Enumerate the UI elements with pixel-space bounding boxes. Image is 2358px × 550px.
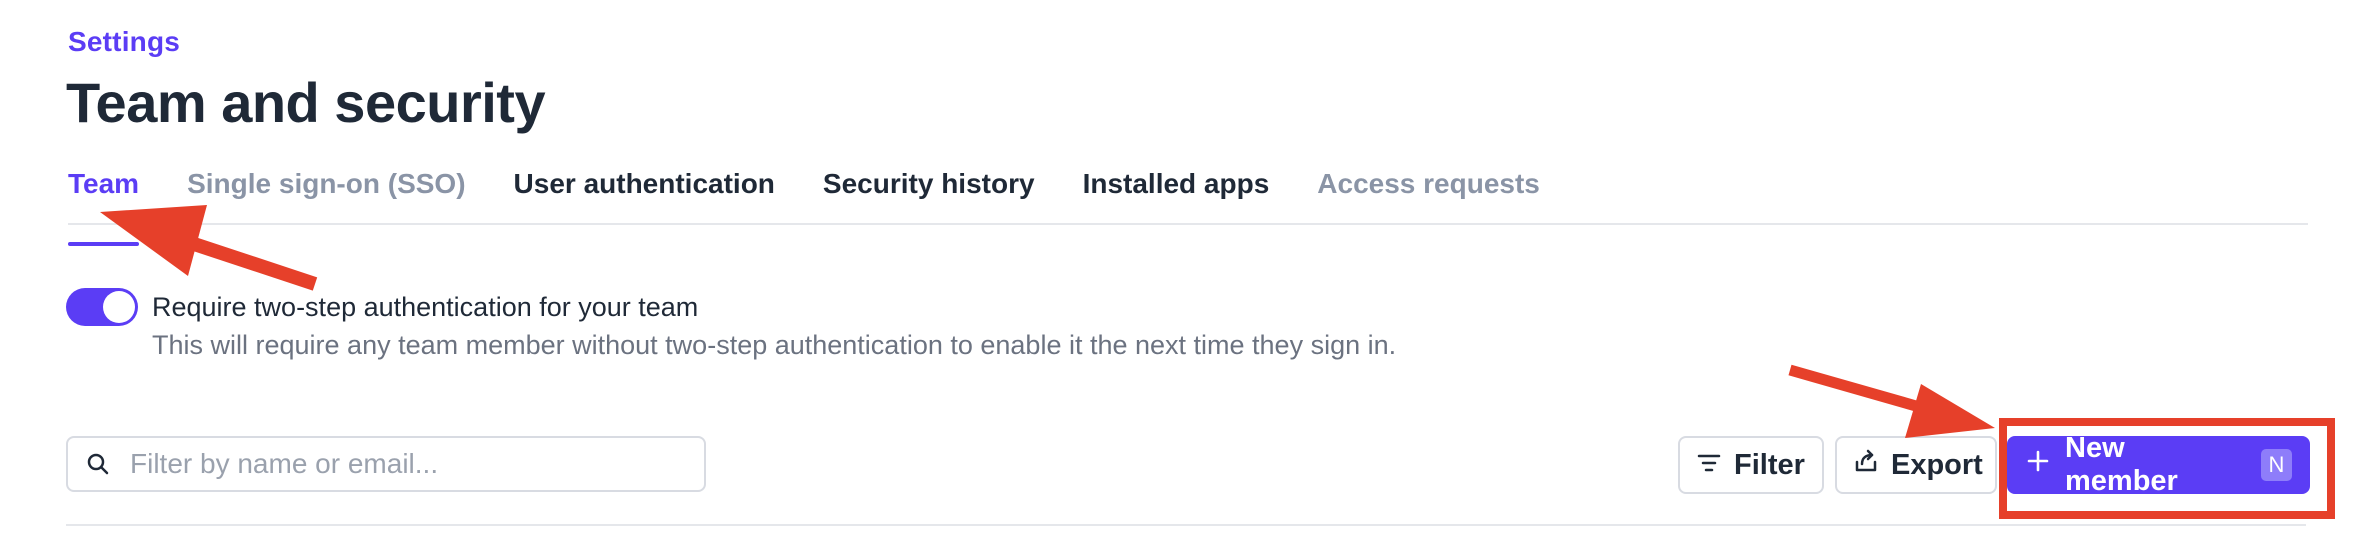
search-field[interactable] [66,436,706,492]
two-step-toggle[interactable] [66,288,138,326]
export-label: Export [1891,448,1983,481]
tab-installed-apps[interactable]: Installed apps [1083,165,1270,223]
divider [66,524,2306,526]
filter-label: Filter [1734,448,1805,481]
tab-access-requests[interactable]: Access requests [1317,165,1540,223]
tab-team[interactable]: Team [68,165,140,246]
search-input[interactable] [128,447,692,481]
two-step-title: Require two-step authentication for your… [152,292,699,322]
filter-lines-icon [1696,449,1722,482]
settings-page: Settings Team and security Team Single s… [0,0,2358,550]
toggle-knob [103,291,135,323]
tab-user-authentication[interactable]: User authentication [514,165,775,223]
export-button[interactable]: Export [1835,436,1997,494]
annotation-highlight-box [1999,418,2335,519]
tab-security-history[interactable]: Security history [823,165,1035,223]
two-step-description: This will require any team member withou… [152,330,1397,360]
annotation-arrow-new-member [1788,364,1995,438]
breadcrumb[interactable]: Settings [68,26,180,58]
page-title: Team and security [66,71,546,134]
search-icon [68,452,128,476]
tab-sso[interactable]: Single sign-on (SSO) [187,165,465,223]
filter-button[interactable]: Filter [1678,436,1824,494]
export-icon [1853,448,1879,482]
tab-bar: Team Single sign-on (SSO) User authentic… [68,165,2308,246]
